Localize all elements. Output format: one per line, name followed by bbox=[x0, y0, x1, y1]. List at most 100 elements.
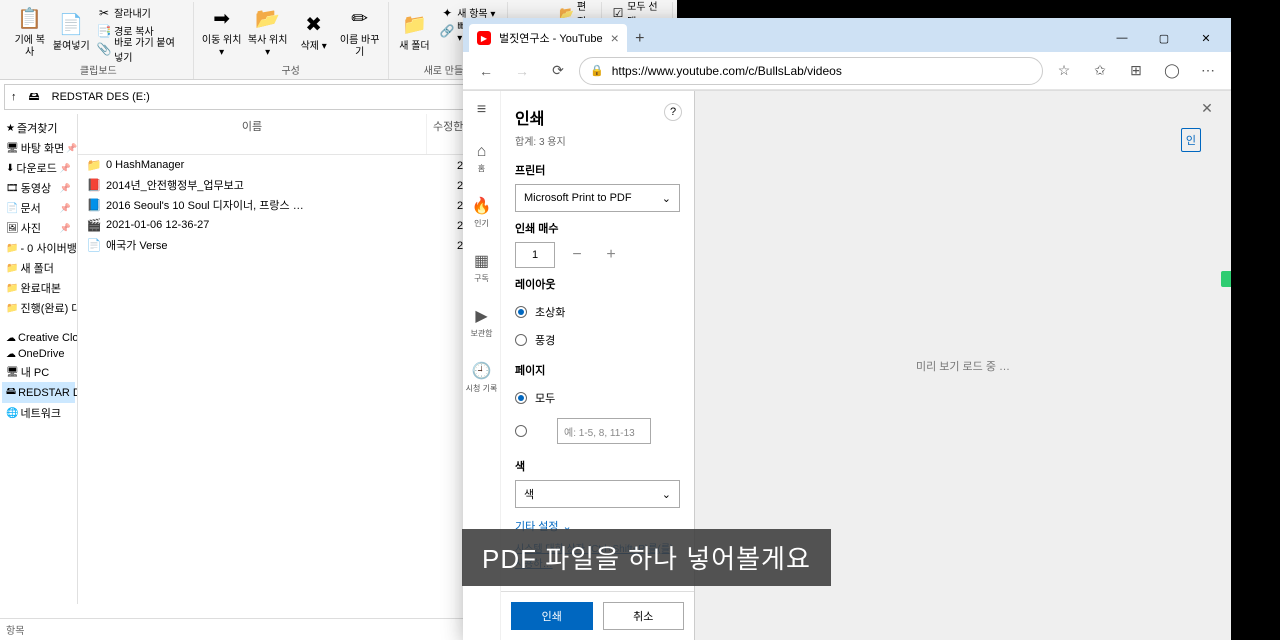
url-input[interactable]: 🔒 https://www.youtube.com/c/BullsLab/vid… bbox=[579, 57, 1043, 85]
yt-rail-icon: 🔥 bbox=[472, 196, 492, 216]
nav-item-label: - 0 사이버뱅크 207 bbox=[20, 240, 78, 256]
nav-item[interactable]: 📁완료대본 bbox=[2, 278, 75, 298]
cancel-button[interactable]: 취소 bbox=[603, 602, 685, 630]
file-icon: 📁 bbox=[86, 157, 102, 173]
ribbon-group-label: 구성 bbox=[281, 60, 299, 77]
tab-close-icon[interactable]: × bbox=[611, 30, 619, 46]
chevron-down-icon: ⌄ bbox=[662, 192, 671, 205]
login-button-peek[interactable]: 인 bbox=[1181, 128, 1201, 152]
col-name[interactable]: 이름 bbox=[78, 114, 427, 154]
nav-item-icon: 📁 bbox=[6, 303, 18, 314]
overlay-close-icon[interactable]: ✕ bbox=[1197, 98, 1217, 118]
file-icon: 📕 bbox=[86, 177, 102, 193]
paste-btn[interactable]: 📄붙여넣기 bbox=[52, 4, 92, 60]
ribbon-small-item[interactable]: 📎바로 가기 붙여넣기 bbox=[93, 40, 187, 57]
file-name: 0 HashManager bbox=[106, 159, 457, 171]
nav-item[interactable]: 🌐네트워크 bbox=[2, 403, 75, 423]
rename-btn[interactable]: ✏이름 바꾸기 bbox=[338, 4, 382, 60]
maximize-button[interactable]: ▢ bbox=[1143, 24, 1185, 52]
help-button[interactable]: ? bbox=[664, 103, 682, 121]
nav-item[interactable]: ☁OneDrive bbox=[2, 346, 75, 362]
nav-item[interactable]: 📁새 폴더 bbox=[2, 258, 75, 278]
video-subtitle: PDF 파일을 하나 넣어볼게요 bbox=[462, 529, 831, 586]
collections-icon[interactable]: ⊞ bbox=[1121, 56, 1151, 86]
minimize-button[interactable]: — bbox=[1101, 24, 1143, 52]
pin-icon: 📌 bbox=[60, 163, 71, 174]
close-button[interactable]: ✕ bbox=[1185, 24, 1227, 52]
layout-landscape-radio[interactable]: 풍경 bbox=[515, 326, 680, 354]
nav-item-icon: 📁 bbox=[6, 243, 18, 254]
yt-rail-label: 인기 bbox=[474, 218, 489, 229]
tab-title: 벌짓연구소 - YouTube bbox=[499, 30, 603, 46]
nav-item-icon: 🎞 bbox=[6, 183, 19, 194]
favorites-bar-icon[interactable]: ✩ bbox=[1085, 56, 1115, 86]
yt-rail-item[interactable]: 🔥 인기 bbox=[472, 196, 492, 229]
nav-item[interactable]: 🖥내 PC bbox=[2, 362, 75, 382]
yt-rail-icon: 🕘 bbox=[472, 361, 492, 381]
nav-item[interactable]: 🖼사진 📌 bbox=[2, 218, 75, 238]
reload-button[interactable]: ⟳ bbox=[543, 56, 573, 86]
copy-to-btn-icon: 📂 bbox=[254, 5, 282, 33]
copies-label: 인쇄 매수 bbox=[515, 220, 680, 236]
copies-increment[interactable]: + bbox=[599, 243, 623, 267]
back-button[interactable]: ← bbox=[471, 56, 501, 86]
copy-to-btn[interactable]: 📂복사 위치 ▾ bbox=[246, 4, 290, 60]
printer-value: Microsoft Print to PDF bbox=[524, 192, 632, 204]
copies-decrement[interactable]: − bbox=[565, 243, 589, 267]
nav-item[interactable]: 📄문서📌 bbox=[2, 198, 75, 218]
nav-item-icon: 🖼 bbox=[6, 223, 19, 234]
copy-btn[interactable]: 📋기에 복사 bbox=[10, 4, 50, 60]
forward-button: → bbox=[507, 56, 537, 86]
browser-tab[interactable]: ▶ 벌짓연구소 - YouTube × bbox=[469, 24, 627, 52]
nav-item-label: 사진 bbox=[21, 220, 41, 236]
yt-rail-icon: ▶ bbox=[475, 306, 487, 326]
layout-portrait-radio[interactable]: 초상화 bbox=[515, 298, 680, 326]
color-select[interactable]: 색 ⌄ bbox=[515, 480, 680, 508]
layout-label: 레이아웃 bbox=[515, 276, 680, 292]
ribbon-small-item[interactable]: ✂잘라내기 bbox=[93, 4, 187, 21]
print-button[interactable]: 인쇄 bbox=[511, 602, 593, 630]
chevron-down-icon: ⌄ bbox=[662, 488, 671, 501]
move-btn-icon: ➡ bbox=[208, 5, 236, 33]
yt-rail-label: 시청 기록 bbox=[466, 383, 498, 394]
nav-item-icon: 📁 bbox=[6, 283, 18, 294]
ribbon-group-label: 클립보드 bbox=[80, 60, 117, 77]
yt-rail-item[interactable]: ⌂홈 bbox=[477, 143, 487, 174]
print-subtitle: 합계: 3 용지 bbox=[515, 133, 680, 148]
pin-icon: 📌 bbox=[60, 223, 71, 234]
url-toolbar: ← → ⟳ 🔒 https://www.youtube.com/c/BullsL… bbox=[463, 52, 1231, 90]
favorite-icon[interactable]: ☆ bbox=[1049, 56, 1079, 86]
nav-item[interactable]: 📁- 0 사이버뱅크 207 bbox=[2, 238, 75, 258]
nav-item-label: 동영상 bbox=[21, 180, 51, 196]
yt-rail-item[interactable]: 🕘 시청 기록 bbox=[466, 361, 498, 394]
pages-range-input[interactable]: 예: 1-5, 8, 11-13 bbox=[557, 418, 651, 444]
file-icon: 📄 bbox=[86, 237, 102, 253]
nav-item[interactable]: ☁Creative Cloud Files bbox=[2, 330, 75, 346]
move-btn[interactable]: ➡이동 위치 ▾ bbox=[200, 4, 244, 60]
yt-rail-item[interactable]: ▦구독 bbox=[474, 251, 489, 284]
yt-rail-item[interactable]: ▶보관함 bbox=[470, 306, 492, 339]
new-folder-btn[interactable]: 📁새 폴더 bbox=[395, 4, 435, 60]
yt-rail-item[interactable]: ≡ bbox=[477, 101, 486, 121]
nav-item[interactable]: ⬇다운로드📌 bbox=[2, 158, 75, 178]
pages-all-radio[interactable]: 모두 bbox=[515, 384, 680, 412]
new-tab-button[interactable]: + bbox=[627, 26, 653, 52]
nav-item[interactable]: 🎞동영상📌 bbox=[2, 178, 75, 198]
drive-icon: 🖴 bbox=[23, 85, 46, 109]
nav-item[interactable]: 📁진행(완료) 대본 bbox=[2, 298, 75, 318]
menu-icon[interactable]: ⋯ bbox=[1193, 56, 1223, 86]
printer-select[interactable]: Microsoft Print to PDF ⌄ bbox=[515, 184, 680, 212]
profile-icon[interactable]: ◯ bbox=[1157, 56, 1187, 86]
portrait-text: 초상화 bbox=[535, 304, 565, 320]
nav-up-icon[interactable]: ↑ bbox=[5, 85, 23, 109]
pages-custom-radio[interactable]: 예: 1-5, 8, 11-13 bbox=[515, 412, 680, 450]
nav-item-icon: ☁ bbox=[6, 349, 16, 360]
lock-icon: 🔒 bbox=[590, 64, 604, 77]
small-item-label: 바로 가기 붙여넣기 bbox=[114, 34, 183, 64]
nav-item[interactable]: ★즐겨찾기 bbox=[2, 118, 75, 138]
nav-item[interactable]: 🖥바탕 화면📌 bbox=[2, 138, 75, 158]
nav-item[interactable]: 🖴REDSTAR DES (E:) bbox=[2, 382, 75, 403]
delete-btn[interactable]: ✖삭제 ▾ bbox=[292, 4, 336, 60]
copies-input[interactable] bbox=[515, 242, 555, 268]
nav-item-label: Creative Cloud Files bbox=[18, 332, 78, 344]
